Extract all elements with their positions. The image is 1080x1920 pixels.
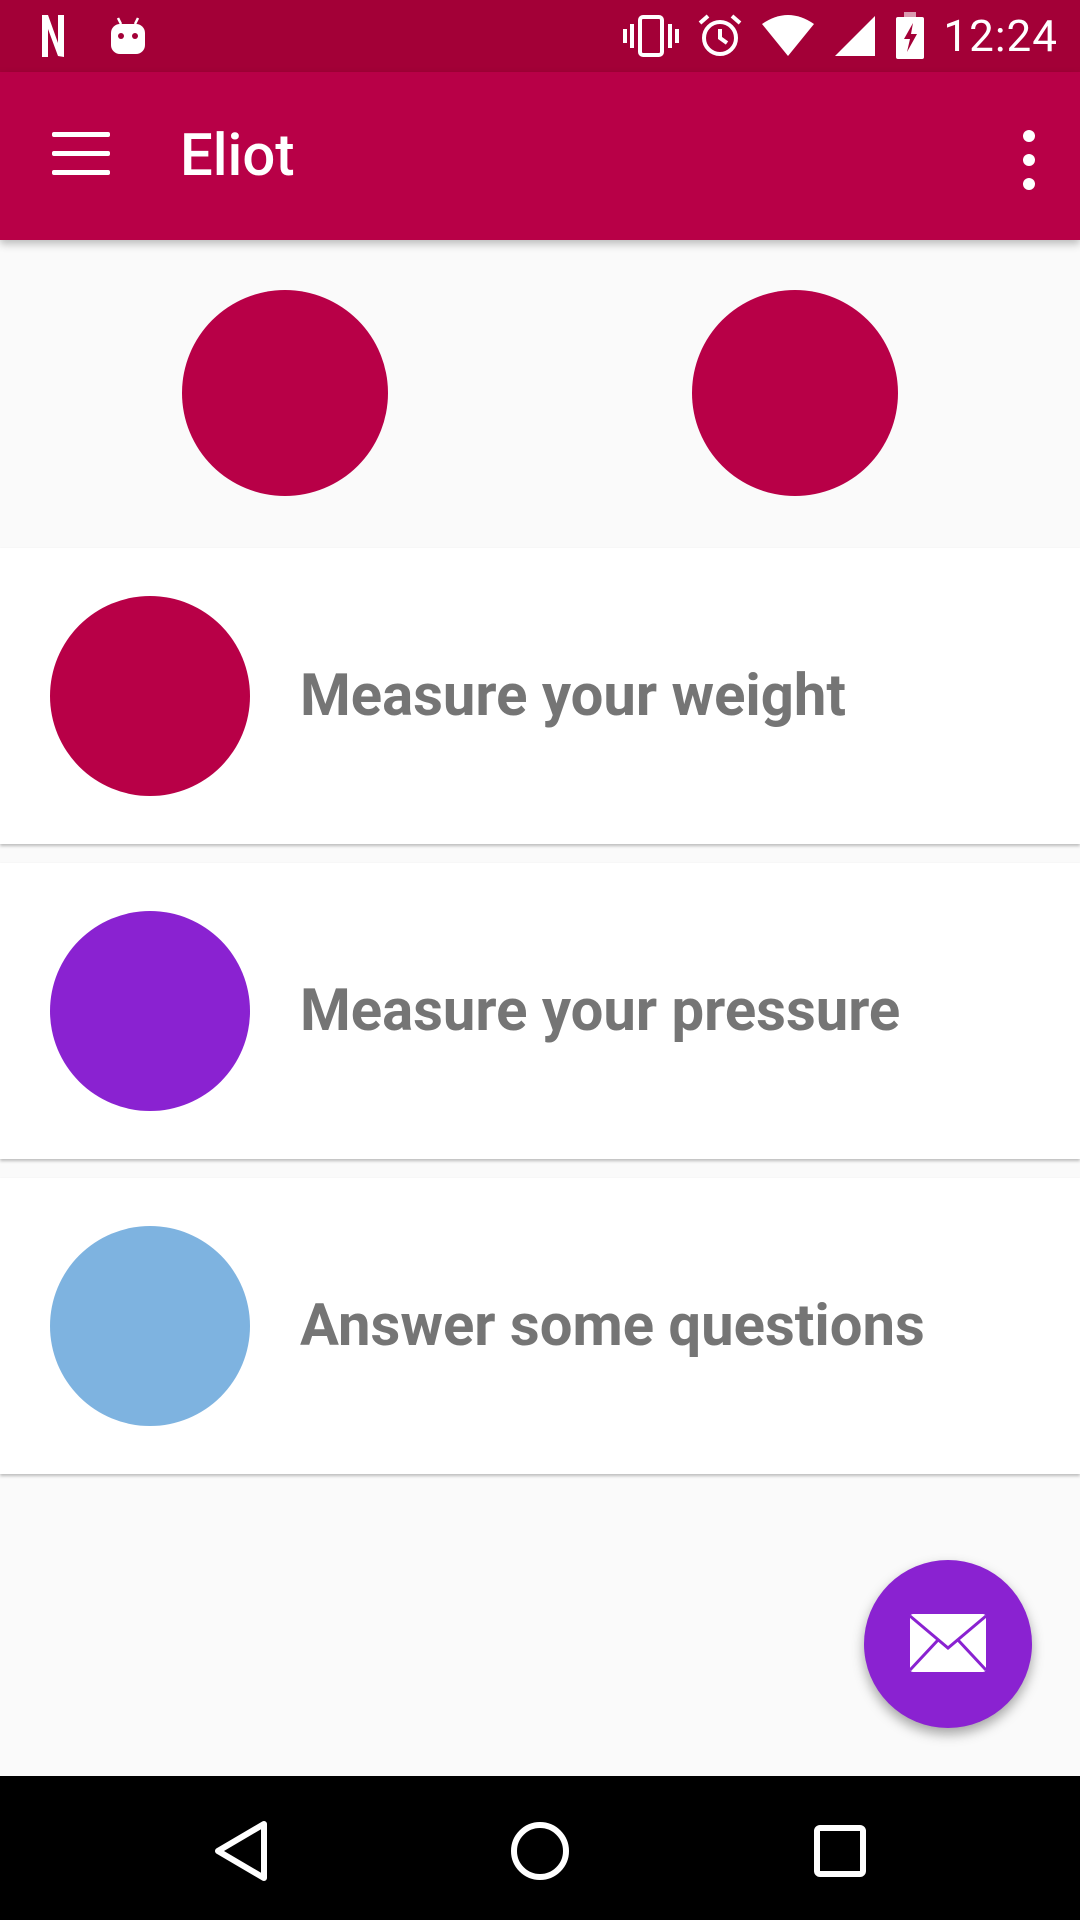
wifi-icon xyxy=(761,14,815,58)
vibrate-icon xyxy=(623,14,680,58)
card-measure-weight[interactable]: Measure your weight xyxy=(0,548,1080,844)
status-bar: 12:24 xyxy=(0,0,1080,72)
card-icon-questions xyxy=(50,1226,250,1426)
back-icon[interactable] xyxy=(206,1816,276,1886)
battery-charging-icon xyxy=(895,12,925,60)
card-icon-weight xyxy=(50,596,250,796)
android-icon xyxy=(108,16,148,56)
email-fab-button[interactable] xyxy=(864,1560,1032,1728)
card-label: Measure your pressure xyxy=(300,977,901,1045)
header-circle-right[interactable] xyxy=(692,290,898,496)
navigation-bar xyxy=(0,1776,1080,1920)
menu-icon[interactable] xyxy=(52,132,112,180)
card-icon-pressure xyxy=(50,911,250,1111)
header-circle-left[interactable] xyxy=(182,290,388,496)
recents-icon[interactable] xyxy=(805,1816,875,1886)
alarm-icon xyxy=(697,13,743,59)
more-vert-icon[interactable] xyxy=(1016,130,1040,190)
email-icon xyxy=(908,1614,988,1672)
card-label: Measure your weight xyxy=(300,662,847,730)
signal-icon xyxy=(833,14,877,58)
app-title: Eliot xyxy=(180,122,295,190)
netflix-icon xyxy=(40,13,66,59)
home-icon[interactable] xyxy=(505,1816,575,1886)
card-label: Answer some questions xyxy=(300,1292,925,1360)
status-time: 12:24 xyxy=(943,10,1058,62)
card-answer-questions[interactable]: Answer some questions xyxy=(0,1178,1080,1474)
app-bar: Eliot xyxy=(0,72,1080,240)
card-measure-pressure[interactable]: Measure your pressure xyxy=(0,863,1080,1159)
